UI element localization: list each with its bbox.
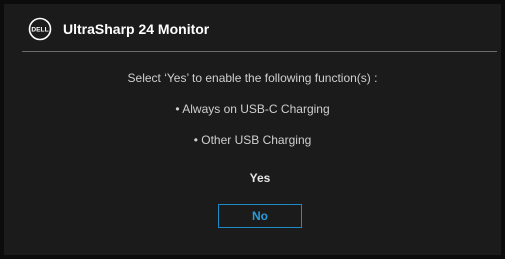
- header-divider: [22, 51, 497, 52]
- enable-prompt-text: Select ‘Yes’ to enable the following fun…: [127, 71, 378, 85]
- feature-item-usbc-charging: • Always on USB-C Charging: [175, 102, 330, 116]
- osd-panel: DELL UltraSharp 24 Monitor Select ‘Yes’ …: [4, 4, 501, 255]
- no-button[interactable]: No: [218, 204, 302, 228]
- svg-text:DELL: DELL: [31, 27, 48, 34]
- feature-item-other-usb-charging: • Other USB Charging: [193, 133, 312, 147]
- osd-header: DELL UltraSharp 24 Monitor: [4, 4, 501, 52]
- monitor-title: UltraSharp 24 Monitor: [63, 21, 210, 37]
- dell-logo-icon: DELL: [28, 17, 52, 41]
- yes-button[interactable]: Yes: [218, 168, 302, 188]
